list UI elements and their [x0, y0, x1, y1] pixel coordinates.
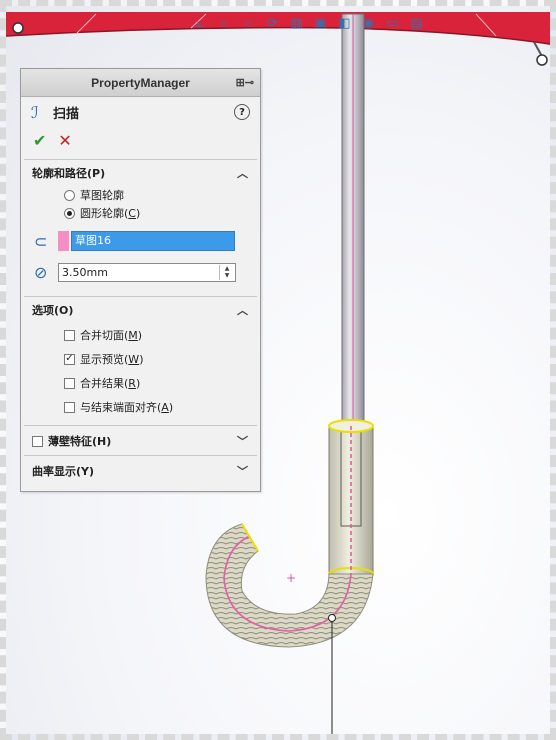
curvature-label: 曲率显示(Y): [32, 465, 95, 478]
rotate-icon[interactable]: ⟳: [262, 14, 283, 32]
path-selection-row: ⊂ 草图16: [24, 228, 257, 254]
path-icon: ⊂: [34, 231, 48, 251]
diameter-spinner[interactable]: ▲ ▼: [219, 264, 234, 280]
profile-path-title: 轮廓和路径(P): [32, 167, 106, 180]
feature-title-row: ℐ 扫描 ?: [21, 97, 260, 127]
scene-icon[interactable]: ▭: [382, 14, 403, 32]
merge-tangent-checkbox[interactable]: [64, 329, 75, 341]
sweep-icon: ℐ: [31, 102, 39, 122]
property-manager-panel: PropertyManager ⊞⊸ ℐ 扫描 ? ✔ ✕ 轮廓和路径(P) ︿…: [20, 68, 261, 492]
property-manager-title: PropertyManager: [91, 75, 190, 90]
path-selection-field[interactable]: 草图16: [71, 231, 235, 251]
curvature-header[interactable]: 曲率显示(Y) ﹀: [24, 456, 257, 486]
cancel-button[interactable]: ✕: [58, 131, 71, 150]
profile-path-header[interactable]: 轮廓和路径(P) ︿: [24, 160, 257, 186]
rib-tip-ball: [536, 54, 548, 66]
curvature-group: 曲率显示(Y) ﹀: [24, 455, 257, 485]
thin-feature-group: 薄壁特征(H) ﹀: [24, 425, 257, 455]
diameter-row: ⊘ 3.50mm ▲ ▼: [24, 260, 257, 284]
help-icon[interactable]: ?: [234, 104, 250, 120]
property-manager-header: PropertyManager ⊞⊸: [21, 69, 260, 97]
thin-feature-checkbox[interactable]: [32, 435, 43, 447]
chevron-up-icon[interactable]: ︿: [237, 165, 248, 181]
options-group: 选项(O) ︿ 合并切面(M) ✓ 显示预览(W) 合并结果(R) 与结束端面对…: [24, 296, 257, 419]
merge-tangent-option[interactable]: 合并切面(M): [24, 323, 257, 347]
chevron-down-icon[interactable]: ﹀: [237, 463, 248, 479]
radio-sketch-profile[interactable]: 草图轮廓: [24, 186, 257, 204]
graphics-area: + ⟀ ⌕ ⌕ ⟳ ▥ ▣ ◧ ◉ ▭ ▤ PropertyManager ⊞⊸…: [0, 0, 556, 740]
profile-path-group: 轮廓和路径(P) ︿ 草图轮廓 圆形轮廓(C) ⊂ 草图16 ⊘ 3.50mm …: [24, 159, 257, 296]
diameter-icon: ⊘: [34, 262, 48, 282]
thin-feature-label: 薄壁特征(H): [48, 435, 112, 448]
chevron-down-icon[interactable]: ﹀: [237, 433, 248, 449]
rib-tip-ball-left: [12, 22, 24, 34]
path-color-swatch: [58, 231, 69, 251]
confirm-actions: ✔ ✕: [21, 127, 260, 153]
radio-circle-profile-label: 圆形轮廓: [80, 207, 124, 220]
heads-up-toolbar: ⟀ ⌕ ⌕ ⟳ ▥ ▣ ◧ ◉ ▭ ▤: [190, 14, 427, 32]
options-header[interactable]: 选项(O) ︿: [24, 297, 257, 323]
sketch-point[interactable]: [328, 614, 336, 622]
thin-feature-header[interactable]: 薄壁特征(H) ﹀: [24, 426, 257, 456]
zoom-area-icon[interactable]: ⌕: [238, 14, 259, 32]
edit-appearance-icon[interactable]: ◉: [358, 14, 379, 32]
radio-sketch-profile-indicator[interactable]: [64, 189, 75, 201]
show-preview-option[interactable]: ✓ 显示预览(W): [24, 347, 257, 371]
origin-marker: +: [286, 571, 296, 585]
show-preview-checkbox[interactable]: ✓: [64, 353, 75, 365]
merge-result-checkbox[interactable]: [64, 377, 75, 389]
options-title: 选项(O): [32, 304, 74, 317]
feature-name: 扫描: [53, 106, 80, 122]
section-view-icon[interactable]: ▥: [286, 14, 307, 32]
chevron-up-icon[interactable]: ︿: [237, 302, 248, 318]
diameter-input[interactable]: 3.50mm ▲ ▼: [58, 262, 236, 282]
align-end-checkbox[interactable]: [64, 401, 75, 413]
view-settings-icon[interactable]: ▤: [406, 14, 427, 32]
zoom-fit-icon[interactable]: ⌕: [214, 14, 235, 32]
view-orientation-icon[interactable]: ⟀: [190, 14, 211, 32]
radio-circle-profile[interactable]: 圆形轮廓(C): [24, 204, 257, 222]
ok-button[interactable]: ✔: [33, 131, 46, 150]
display-style-icon[interactable]: ▣: [310, 14, 331, 32]
merge-result-option[interactable]: 合并结果(R): [24, 371, 257, 395]
hide-show-icon[interactable]: ◧: [334, 14, 355, 32]
align-end-option[interactable]: 与结束端面对齐(A): [24, 395, 257, 419]
pin-icon[interactable]: ⊞⊸: [236, 76, 254, 89]
radio-circle-profile-indicator[interactable]: [64, 207, 75, 219]
radio-sketch-profile-label: 草图轮廓: [80, 189, 124, 202]
